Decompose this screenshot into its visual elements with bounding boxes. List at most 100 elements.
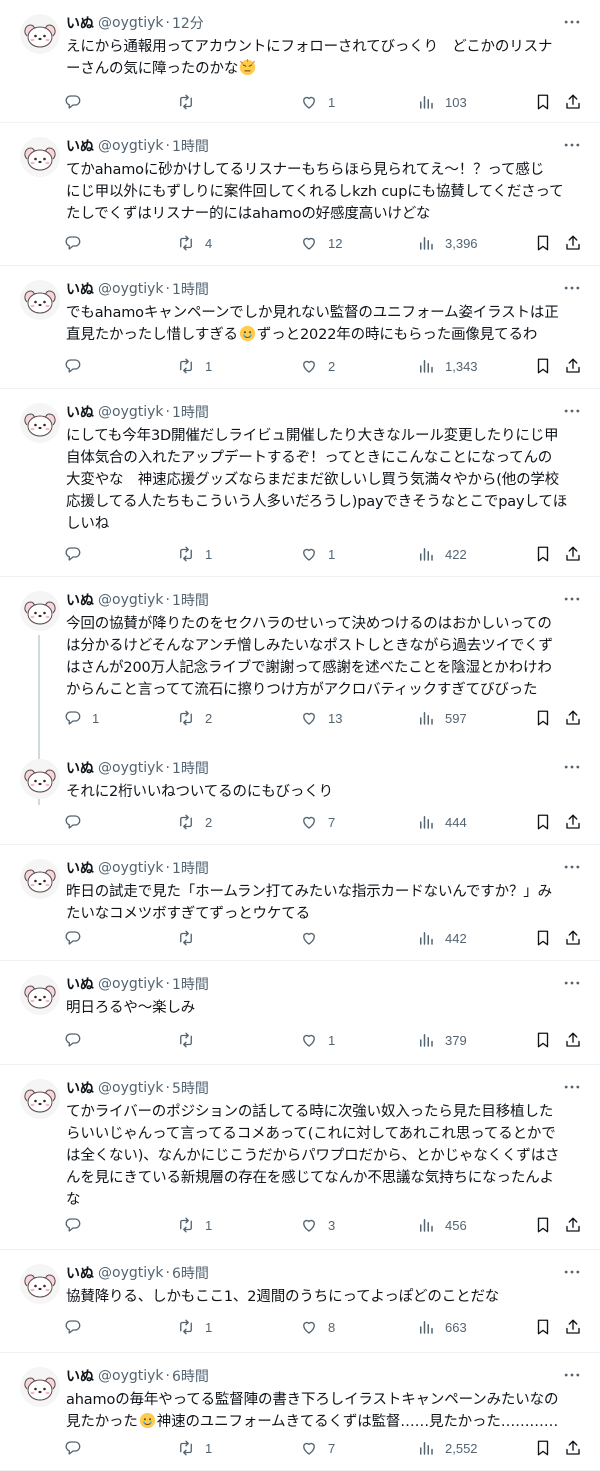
retweet-button[interactable]: 1 [177,1213,212,1237]
avatar[interactable] [20,280,60,320]
more-options-button[interactable] [562,973,582,993]
retweet-button[interactable]: 2 [177,810,212,834]
views-button[interactable]: 1,343 [417,354,478,378]
author-handle[interactable]: @oygtiyk [98,1368,164,1384]
retweet-button[interactable] [177,926,195,950]
timestamp[interactable]: 1時間 [172,279,209,299]
more-options-button[interactable] [562,589,582,609]
views-button[interactable]: 444 [417,810,467,834]
author-name[interactable]: いぬ [66,1263,94,1283]
tweet[interactable]: いぬ @oygtiyk · 1時間 にしても今年3D開催だしライビュ開催したり大きなルー… [0,389,600,577]
views-button[interactable]: 103 [417,90,467,114]
views-button[interactable]: 442 [417,926,467,950]
tweet[interactable]: いぬ @oygtiyk · 1時間 てかahamoに砂かけしてるリスナーもちらほら見られ… [0,123,600,266]
like-button[interactable]: 12 [300,231,342,255]
views-button[interactable]: 2,552 [417,1436,478,1460]
reply-button[interactable] [64,231,82,255]
author-handle[interactable]: @oygtiyk [98,281,164,297]
more-options-button[interactable] [562,12,582,32]
author-handle[interactable]: @oygtiyk [98,760,164,776]
timestamp[interactable]: 5時間 [172,1078,209,1098]
like-button[interactable]: 13 [300,706,342,730]
reply-button[interactable] [64,90,82,114]
author-handle[interactable]: @oygtiyk [98,1265,164,1281]
reply-button[interactable] [64,1028,82,1052]
avatar[interactable] [20,1079,60,1119]
like-button[interactable] [300,926,318,950]
reply-button[interactable] [64,1436,82,1460]
tweet[interactable]: いぬ @oygtiyk · 1時間 でもahamoキャンペーンでしか見れない監督のユニフ… [0,266,600,389]
share-button[interactable] [564,231,582,255]
author-name[interactable]: いぬ [66,758,94,778]
share-button[interactable] [564,542,582,566]
bookmark-button[interactable] [534,810,552,834]
bookmark-button[interactable] [534,231,552,255]
like-button[interactable]: 1 [300,542,335,566]
views-button[interactable]: 456 [417,1213,467,1237]
avatar[interactable] [20,1264,60,1304]
like-button[interactable]: 7 [300,810,335,834]
share-button[interactable] [564,706,582,730]
retweet-button[interactable]: 1 [177,1436,212,1460]
timestamp[interactable]: 1時間 [172,136,209,156]
more-options-button[interactable] [562,278,582,298]
more-options-button[interactable] [562,401,582,421]
avatar[interactable] [20,759,60,799]
tweet[interactable]: いぬ @oygtiyk · 6時間 ahamoの毎年やってる監督陣の書き下ろしイラストキ… [0,1353,600,1471]
share-button[interactable] [564,354,582,378]
share-button[interactable] [564,926,582,950]
tweet[interactable]: いぬ @oygtiyk · 6時間 協賛降りる、しかもここ1、2週間のうちにってよっぽど… [0,1250,600,1353]
author-name[interactable]: いぬ [66,858,94,878]
retweet-button[interactable]: 4 [177,231,212,255]
reply-button[interactable] [64,1315,82,1339]
timestamp[interactable]: 1時間 [172,974,209,994]
tweet[interactable]: いぬ @oygtiyk · 1時間 昨日の試走で見た「ホームラン打てみたいな指示カードな… [0,845,600,961]
author-handle[interactable]: @oygtiyk [98,860,164,876]
reply-button[interactable]: 1 [64,706,99,730]
views-button[interactable]: 379 [417,1028,467,1052]
author-name[interactable]: いぬ [66,13,94,33]
views-button[interactable]: 597 [417,706,467,730]
avatar[interactable] [20,975,60,1015]
more-options-button[interactable] [562,135,582,155]
bookmark-button[interactable] [534,1436,552,1460]
retweet-button[interactable] [177,90,195,114]
avatar[interactable] [20,137,60,177]
reply-button[interactable] [64,354,82,378]
like-button[interactable]: 1 [300,1028,335,1052]
like-button[interactable]: 2 [300,354,335,378]
like-button[interactable]: 8 [300,1315,335,1339]
share-button[interactable] [564,1213,582,1237]
author-handle[interactable]: @oygtiyk [98,15,164,31]
reply-button[interactable] [64,542,82,566]
retweet-button[interactable] [177,1028,195,1052]
bookmark-button[interactable] [534,926,552,950]
avatar[interactable] [20,859,60,899]
avatar[interactable] [20,591,60,631]
retweet-button[interactable]: 2 [177,706,212,730]
reply-button[interactable] [64,1213,82,1237]
timestamp[interactable]: 1時間 [172,590,209,610]
more-options-button[interactable] [562,1365,582,1385]
tweet[interactable]: いぬ @oygtiyk · 1時間 明日ろるや〜楽しみ 1 379 [0,961,600,1065]
views-button[interactable]: 663 [417,1315,467,1339]
reply-button[interactable] [64,810,82,834]
author-name[interactable]: いぬ [66,402,94,422]
timestamp[interactable]: 1時間 [172,402,209,422]
author-handle[interactable]: @oygtiyk [98,976,164,992]
share-button[interactable] [564,1028,582,1052]
author-handle[interactable]: @oygtiyk [98,404,164,420]
author-name[interactable]: いぬ [66,136,94,156]
tweet[interactable]: いぬ @oygtiyk · 12分 えにから通報用ってアカウントにフォローされてびっくり… [0,0,600,123]
timestamp[interactable]: 1時間 [172,758,209,778]
tweet[interactable]: いぬ @oygtiyk · 5時間 てかライバーのポジションの話してる時に次強い奴入った… [0,1065,600,1250]
author-handle[interactable]: @oygtiyk [98,138,164,154]
author-name[interactable]: いぬ [66,279,94,299]
retweet-button[interactable]: 1 [177,542,212,566]
retweet-button[interactable]: 1 [177,354,212,378]
author-name[interactable]: いぬ [66,974,94,994]
tweet[interactable]: いぬ @oygtiyk · 1時間 今回の協賛が降りたのをセクハラのせいって決めつけるの… [0,577,600,805]
author-name[interactable]: いぬ [66,590,94,610]
avatar[interactable] [20,1367,60,1407]
avatar[interactable] [20,14,60,54]
